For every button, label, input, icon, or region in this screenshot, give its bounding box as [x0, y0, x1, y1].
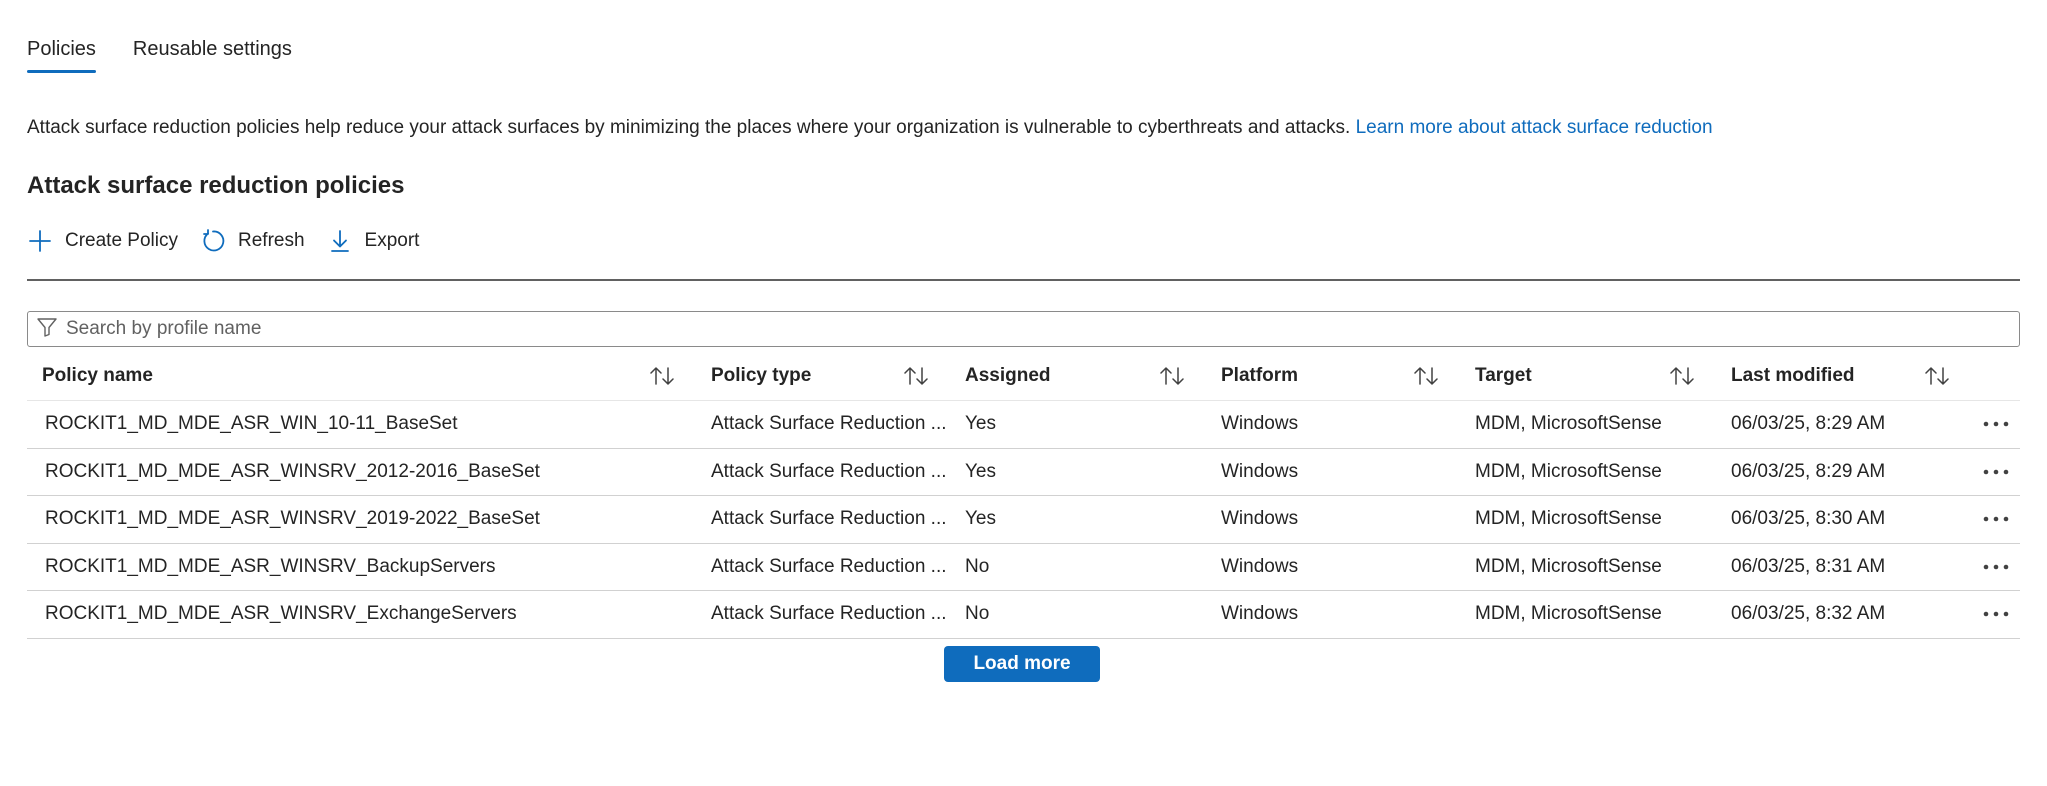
cell-assigned: No	[965, 555, 990, 577]
row-actions-button[interactable]	[1971, 609, 2020, 619]
load-more-button[interactable]: Load more	[944, 646, 1100, 682]
cell-last-modified: 06/03/25, 8:32 AM	[1731, 603, 1886, 625]
column-header-policy-type[interactable]: Policy type	[696, 352, 950, 400]
sort-icon	[902, 365, 930, 387]
cell-last-modified: 06/03/25, 8:29 AM	[1731, 460, 1886, 482]
cell-assigned: Yes	[965, 413, 996, 435]
column-label: Policy type	[711, 365, 812, 386]
refresh-icon	[200, 228, 226, 254]
more-icon	[1982, 609, 2010, 619]
cell-policy-type: Attack Surface Reduction ...	[711, 460, 947, 482]
table-row[interactable]: ROCKIT1_MD_MDE_ASR_WINSRV_ExchangeServer…	[27, 591, 2020, 639]
sort-icon	[1412, 365, 1440, 387]
cell-policy-name[interactable]: ROCKIT1_MD_MDE_ASR_WINSRV_BackupServers	[27, 556, 696, 578]
description-text: Attack surface reduction policies help r…	[27, 117, 1351, 138]
more-icon	[1982, 467, 2010, 477]
learn-more-link[interactable]: Learn more about attack surface reductio…	[1356, 117, 1713, 138]
sort-icon	[1923, 365, 1951, 387]
table-row[interactable]: ROCKIT1_MD_MDE_ASR_WINSRV_2019-2022_Base…	[27, 496, 2020, 544]
cell-platform: Windows	[1221, 413, 1299, 435]
column-label: Target	[1475, 365, 1532, 386]
table-row[interactable]: ROCKIT1_MD_MDE_ASR_WINSRV_2012-2016_Base…	[27, 449, 2020, 496]
row-actions-button[interactable]	[1971, 419, 2020, 429]
toolbar-divider	[27, 279, 2020, 281]
sort-icon	[1158, 365, 1186, 387]
column-label: Assigned	[965, 365, 1051, 386]
cell-assigned: Yes	[965, 460, 996, 482]
column-header-last-modified[interactable]: Last modified	[1716, 352, 1971, 400]
column-label: Last modified	[1731, 365, 1855, 386]
cell-policy-type: Attack Surface Reduction ...	[711, 603, 947, 625]
more-icon	[1982, 514, 2010, 524]
export-label: Export	[364, 230, 420, 251]
section-title: Attack surface reduction policies	[27, 172, 405, 199]
create-policy-button[interactable]: Create Policy	[27, 228, 178, 254]
column-label: Platform	[1221, 365, 1299, 386]
column-header-policy-name[interactable]: Policy name	[27, 352, 696, 400]
cell-target: MDM, MicrosoftSense	[1475, 413, 1662, 435]
cell-target: MDM, MicrosoftSense	[1475, 508, 1662, 530]
plus-icon	[27, 228, 53, 254]
row-actions-button[interactable]	[1971, 562, 2020, 572]
create-policy-label: Create Policy	[65, 230, 178, 251]
refresh-button[interactable]: Refresh	[200, 228, 305, 254]
page: Policies Reusable settings Attack surfac…	[0, 0, 2047, 786]
table-row[interactable]: ROCKIT1_MD_MDE_ASR_WINSRV_BackupServers …	[27, 544, 2020, 591]
tab-policies[interactable]: Policies	[27, 38, 96, 73]
cell-policy-name[interactable]: ROCKIT1_MD_MDE_ASR_WINSRV_ExchangeServer…	[27, 603, 696, 625]
cell-policy-type: Attack Surface Reduction ...	[711, 555, 947, 577]
sort-icon	[1668, 365, 1696, 387]
download-icon	[327, 228, 353, 254]
cell-platform: Windows	[1221, 460, 1299, 482]
tab-bar: Policies Reusable settings	[27, 38, 292, 73]
sort-icon	[648, 365, 676, 387]
search-input[interactable]	[66, 318, 2019, 340]
search-box[interactable]	[27, 311, 2020, 347]
column-header-assigned[interactable]: Assigned	[950, 352, 1206, 400]
cell-target: MDM, MicrosoftSense	[1475, 555, 1662, 577]
cell-policy-name[interactable]: ROCKIT1_MD_MDE_ASR_WINSRV_2019-2022_Base…	[27, 508, 696, 530]
more-icon	[1982, 562, 2010, 572]
tab-reusable-settings[interactable]: Reusable settings	[133, 38, 292, 73]
cell-target: MDM, MicrosoftSense	[1475, 603, 1662, 625]
export-button[interactable]: Export	[327, 228, 420, 254]
cell-policy-type: Attack Surface Reduction ...	[711, 508, 947, 530]
column-header-target[interactable]: Target	[1460, 352, 1716, 400]
policies-table: Policy name Policy type Assigned Platfor…	[27, 352, 2020, 639]
table-row[interactable]: ROCKIT1_MD_MDE_ASR_WIN_10-11_BaseSet Att…	[27, 401, 2020, 449]
cell-platform: Windows	[1221, 508, 1299, 530]
table-header: Policy name Policy type Assigned Platfor…	[27, 352, 2020, 401]
cell-assigned: No	[965, 603, 990, 625]
row-actions-button[interactable]	[1971, 514, 2020, 524]
cell-target: MDM, MicrosoftSense	[1475, 460, 1662, 482]
cell-assigned: Yes	[965, 508, 996, 530]
cell-platform: Windows	[1221, 603, 1299, 625]
more-icon	[1982, 419, 2010, 429]
cell-policy-name[interactable]: ROCKIT1_MD_MDE_ASR_WINSRV_2012-2016_Base…	[27, 461, 696, 483]
filter-icon	[36, 316, 58, 343]
toolbar: Create Policy Refresh Export	[27, 228, 419, 254]
cell-last-modified: 06/03/25, 8:30 AM	[1731, 508, 1886, 530]
column-header-platform[interactable]: Platform	[1206, 352, 1460, 400]
row-actions-button[interactable]	[1971, 467, 2020, 477]
cell-policy-type: Attack Surface Reduction ...	[711, 413, 947, 435]
cell-platform: Windows	[1221, 555, 1299, 577]
refresh-label: Refresh	[238, 230, 305, 251]
cell-last-modified: 06/03/25, 8:31 AM	[1731, 555, 1886, 577]
cell-policy-name[interactable]: ROCKIT1_MD_MDE_ASR_WIN_10-11_BaseSet	[27, 413, 696, 435]
cell-last-modified: 06/03/25, 8:29 AM	[1731, 413, 1886, 435]
page-description: Attack surface reduction policies help r…	[27, 117, 1713, 139]
column-label: Policy name	[42, 365, 153, 386]
